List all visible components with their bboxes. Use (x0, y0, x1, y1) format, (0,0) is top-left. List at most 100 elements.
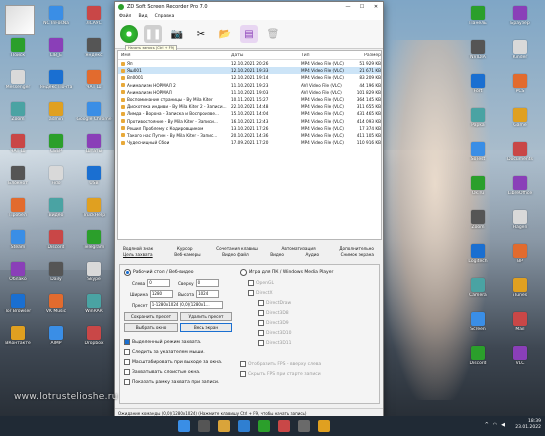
preset-select[interactable]: 1-1280x1024 (0,0)(1280x1... (149, 301, 223, 309)
desktop-icon[interactable]: Skype (74, 262, 114, 282)
hide-fps-option[interactable]: Скрыть FPS при старте записи (240, 371, 321, 377)
desktop-icon[interactable]: Steam (0, 230, 38, 250)
settings-tab[interactable]: Автоматизация (281, 246, 315, 251)
api-option[interactable]: OpenGL (248, 280, 274, 286)
api-option[interactable]: Direct3D9 (258, 320, 289, 326)
column-type[interactable]: Тип (301, 53, 356, 58)
settings-tab[interactable]: Видео (270, 252, 284, 257)
desktop-icon[interactable]: Mail (500, 312, 540, 332)
table-row[interactable]: Такого нас Пугин - By Mila Kiter - Запис… (118, 132, 381, 139)
desktop-icon[interactable]: Пробел (0, 198, 38, 218)
menu-file[interactable]: Файл (119, 14, 131, 19)
desktop-icon[interactable]: Fido (36, 166, 76, 186)
desktop-icon[interactable]: WinRAR (74, 294, 114, 314)
desktop-icon[interactable]: SoTest (458, 142, 498, 162)
capture-option[interactable]: Масштабировать при выходе за окна. (124, 359, 222, 365)
table-row[interactable]: Анимализм НОРМАЛ 2 11.10.2021 19:23 AVI Vi… (118, 82, 381, 89)
game-radio[interactable]: Игра для ПК / Windows Media Player (240, 269, 333, 276)
desktop-icon[interactable]: iTunes (500, 278, 540, 298)
desktop-icon[interactable]: Messenger (0, 70, 38, 90)
desktop-icon[interactable]: Camera (458, 278, 498, 298)
desktop-icon[interactable]: Papka (458, 108, 498, 128)
table-row[interactable]: Яш001 12.10.2021 19:33 MP4 Video File (VLC… (118, 67, 381, 75)
folder-icon[interactable] (318, 420, 330, 432)
close-button[interactable]: ✕ (369, 2, 383, 12)
screen-recorder-taskbar-icon[interactable] (258, 420, 270, 432)
column-name[interactable]: Имя (118, 53, 231, 58)
pause-button[interactable]: ❚❚ (144, 25, 162, 43)
media-icon[interactable] (278, 420, 290, 432)
terminal-icon[interactable] (298, 420, 310, 432)
desktop-icon[interactable]: Ok.ru (458, 176, 498, 196)
maximize-button[interactable]: ☐ (355, 2, 369, 12)
select-window-button[interactable]: Выбрать окно (124, 323, 178, 332)
fullscreen-button[interactable]: Весь экран (180, 323, 232, 332)
file-explorer-icon[interactable] (218, 420, 230, 432)
delete-preset-button[interactable]: Удалить пресет (180, 312, 232, 321)
desktop-icon[interactable]: Screen (458, 312, 498, 332)
desktop-icon[interactable]: VK Music (36, 294, 76, 314)
desktop-icon[interactable]: TruckHelp (74, 198, 114, 218)
left-input[interactable]: 0 (147, 279, 171, 287)
capture-option[interactable]: Захватывать слоистые окна. (124, 369, 200, 375)
api-option[interactable]: Direct3D10 (258, 330, 292, 336)
menu-view[interactable]: Вид (138, 14, 147, 19)
desktop-icon[interactable]: Поиск (0, 38, 38, 58)
desktop-icon[interactable]: Documents (500, 142, 540, 162)
desktop-icon[interactable]: Fort (458, 74, 498, 94)
desktop-icon[interactable]: ЧАТ Ш (74, 70, 114, 90)
desktop-icon[interactable]: USB (74, 166, 114, 186)
clock[interactable]: 18:39 23.01.2022 (515, 419, 541, 431)
column-size[interactable]: Размер (356, 53, 381, 58)
search-icon[interactable] (198, 420, 210, 432)
desktop-icon[interactable]: BP (500, 244, 540, 264)
table-row[interactable]: Дискотека индиви - By Mila Kiter 2 - Зап… (118, 103, 381, 110)
settings-tools-icon[interactable]: ✂ (192, 25, 210, 43)
desktop-icon[interactable]: Logitech (458, 244, 498, 264)
desktop-icon[interactable]: ВКонтакте (0, 326, 38, 346)
desktop-icon[interactable]: LIB_E (36, 38, 76, 58)
desktop-icon[interactable]: СБЕР (36, 134, 76, 154)
table-row[interactable]: Чудесницный Сбои 17.09.2021 17:20 MP4 Vide… (118, 139, 381, 146)
volume-icon[interactable]: ◀ (501, 422, 505, 428)
settings-tab[interactable]: Дополнительно (339, 246, 374, 251)
table-row[interactable]: Яп 12.10.2021 20:26 MP4 Video File (VLC) 51… (118, 60, 381, 67)
video-thumbnail[interactable] (5, 5, 35, 35)
menu-help[interactable]: Справка (155, 14, 175, 19)
desktop-icon[interactable]: Daily (36, 262, 76, 282)
desktop-icon[interactable]: Kinder (500, 40, 540, 60)
desktop-icon[interactable]: VLC (500, 346, 540, 366)
settings-tab[interactable]: Видео файл (222, 252, 249, 257)
table-row[interactable]: Вп0001 12.10.2021 19:14 MP4 Video File (VL… (118, 74, 381, 81)
desktop-icon[interactable]: Zoom (0, 102, 38, 122)
video-player-icon[interactable]: ▤ (240, 25, 258, 43)
settings-tab[interactable]: Аудио (306, 252, 320, 257)
column-date[interactable]: Даты (231, 53, 301, 58)
desktop-icon[interactable]: Tor Browser (0, 294, 38, 314)
capture-option[interactable]: Следить за указателем мыши. (124, 349, 205, 355)
desktop-icon[interactable]: Блокнот (0, 166, 38, 186)
desktop-icon[interactable]: admin (36, 102, 76, 122)
minimize-button[interactable]: — (341, 2, 355, 12)
desktop-icon[interactable]: Dropbox (74, 326, 114, 346)
api-option[interactable]: DirectDraw (258, 300, 291, 306)
settings-tab[interactable]: Снимок экрана (341, 252, 374, 257)
desktop-icon[interactable]: NVIDIA (458, 40, 498, 60)
desktop-icon[interactable]: ЧАТ Ш (0, 134, 38, 154)
desktop-icon[interactable]: Google Chrome (74, 102, 114, 122)
table-row[interactable]: Противостояние - By Mila Kiter - Записи.… (118, 118, 381, 125)
edge-icon[interactable] (238, 420, 250, 432)
record-button[interactable] (120, 25, 138, 43)
desktop-icon[interactable]: Облако (0, 262, 38, 282)
api-option[interactable]: DirectX (248, 290, 273, 296)
camera-icon[interactable]: 📷 (168, 25, 186, 43)
desktop-icon[interactable]: Яндекс Почта (36, 70, 76, 90)
start-icon[interactable] (178, 420, 190, 432)
desktop-icon[interactable]: Штаты (74, 134, 114, 154)
desktop-radio[interactable]: Рабочий стол / Веб-видео (124, 269, 194, 276)
capture-option[interactable]: Показать рамку захвата при записи. (124, 379, 219, 385)
width-input[interactable]: 1280 (149, 290, 173, 298)
desktop-icon[interactable]: AIMP (36, 326, 76, 346)
height-input[interactable]: 1024 (196, 290, 220, 298)
desktop-icon[interactable]: PCS (500, 74, 540, 94)
